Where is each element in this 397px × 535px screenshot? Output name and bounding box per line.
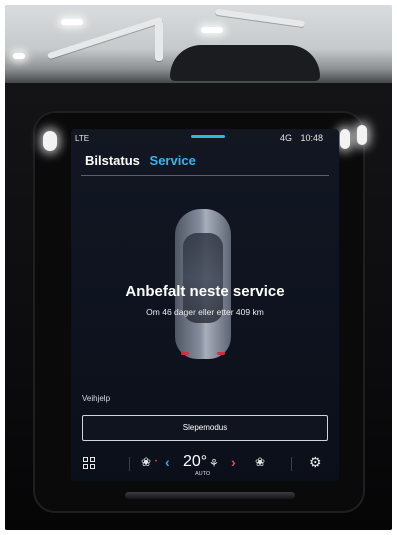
seat-heat-icon[interactable]: ❀ [141,455,151,469]
temp-down-chevron-icon[interactable]: ‹ [165,454,170,470]
light-reflection [340,129,350,149]
climate-divider [129,457,130,471]
mobile-network: 4G [279,133,292,143]
ceiling-light [13,53,25,59]
temp-up-chevron-icon[interactable]: › [231,454,236,470]
gear-icon[interactable]: ⚙ [309,454,322,471]
parked-car-roof [170,45,320,81]
ceiling-pipe [155,21,163,61]
network-indicator: LTE [75,134,90,143]
tow-mode-button[interactable]: Slepemodus [82,415,328,441]
service-subline: Om 46 dager eller etter 409 km [146,307,264,317]
tab-service[interactable]: Service [150,153,196,168]
tab-car-status[interactable]: Bilstatus [85,153,140,168]
fan-icon[interactable]: ⚘ [209,457,219,470]
temperature-display[interactable]: 20° [183,453,207,471]
tab-bar: Bilstatus Service [85,153,196,168]
climate-divider [291,457,292,471]
status-bar: LTE 4G 10:48 [71,129,339,147]
photo-frame: LTE 4G 10:48 Bilstatus Service Anbefalt … [5,5,392,530]
ceiling-light [201,27,223,33]
ceiling-pipe [215,8,305,28]
climate-mode: AUTO [195,471,211,477]
service-headline: Anbefalt neste service [125,283,285,300]
status-right: 4G 10:48 [274,133,323,143]
tail-light [217,352,225,355]
garage-ceiling [5,5,392,85]
grid-icon[interactable] [83,457,95,469]
climate-bar: ❀ • ‹ 20° ⚘ AUTO › ❀ ⚙ [71,451,339,481]
drawer-handle[interactable] [191,135,225,138]
roadside-label: Veihjelp [82,394,111,403]
tab-divider [81,175,329,176]
seat-heat-level: • [155,459,158,465]
infotainment-screen: LTE 4G 10:48 Bilstatus Service Anbefalt … [71,129,339,481]
chrome-trim [125,492,295,499]
light-reflection [43,131,57,151]
tail-light [181,352,189,355]
light-reflection [357,125,367,145]
clock: 10:48 [300,133,323,143]
ceiling-light [61,19,83,25]
seat-heat-right-icon[interactable]: ❀ [255,455,265,469]
